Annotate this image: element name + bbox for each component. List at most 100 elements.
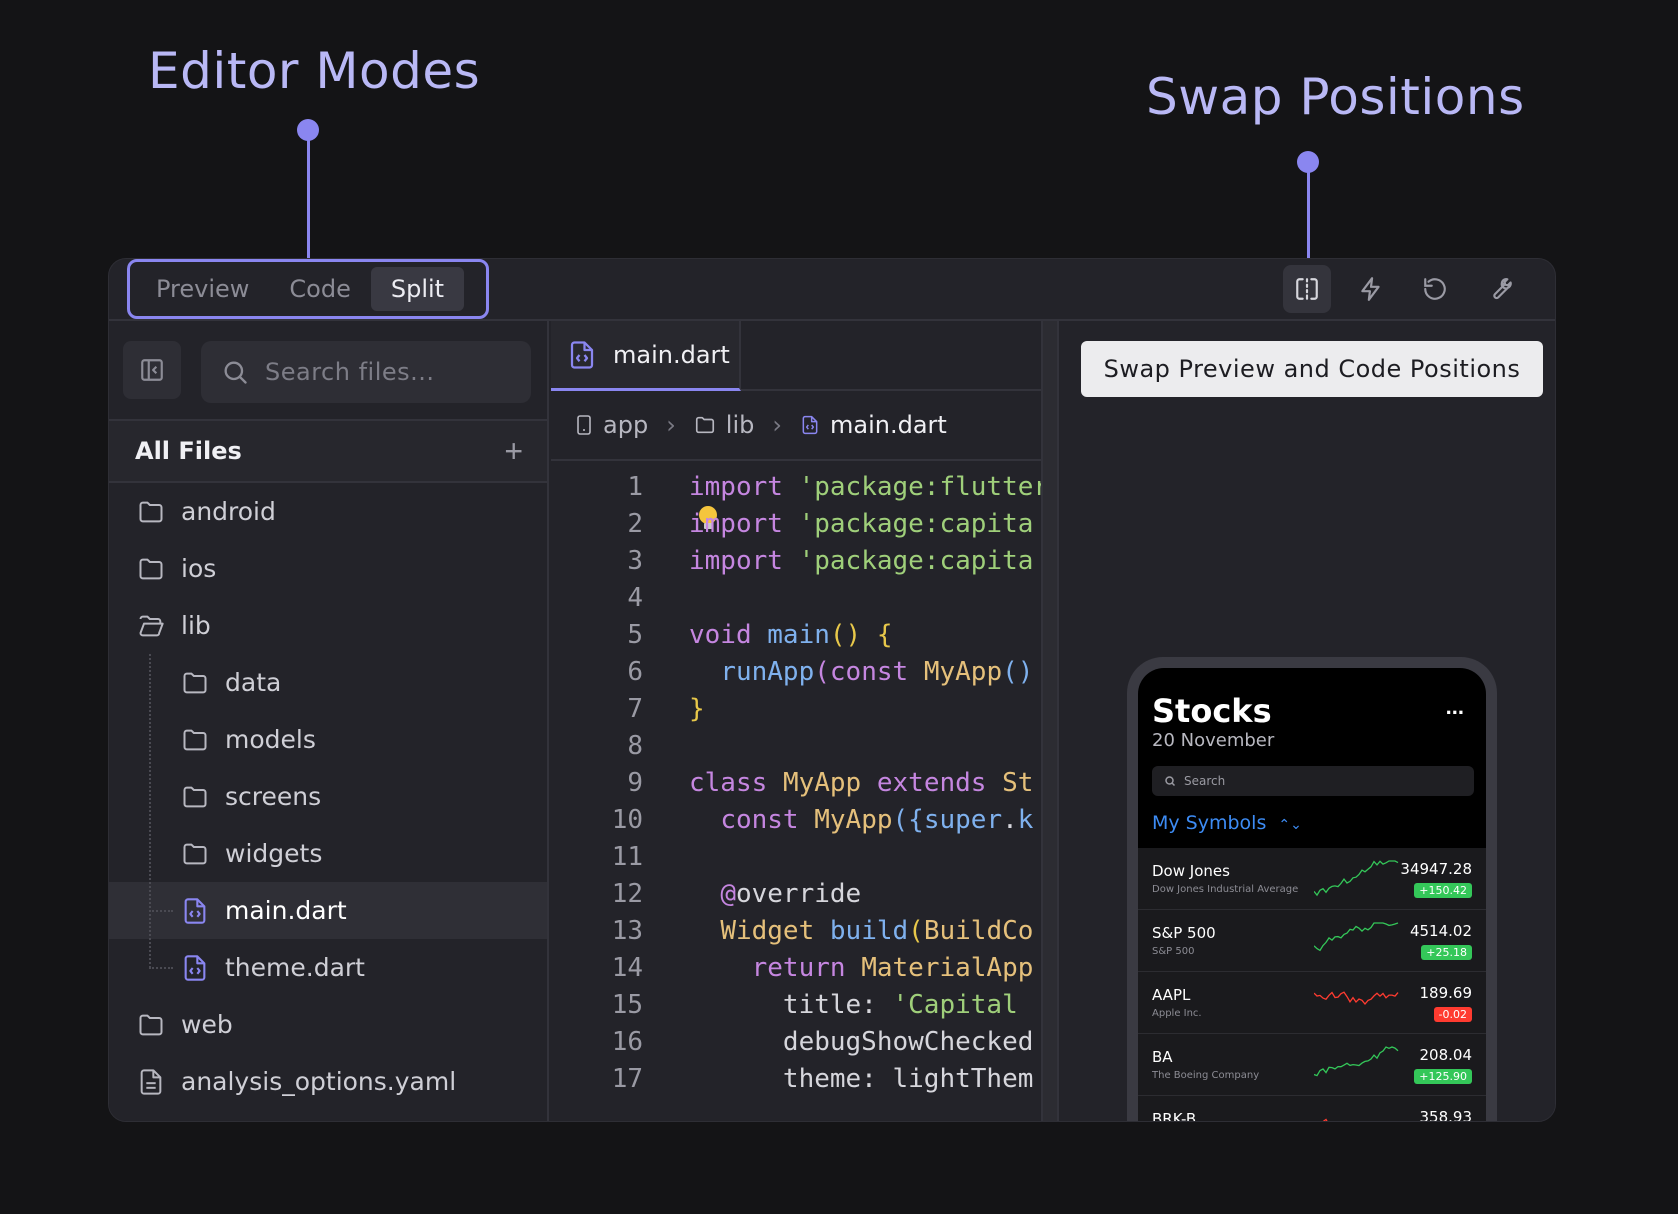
stock-row[interactable]: BRK-B 358.93 [1138,1096,1486,1122]
code-text: Widget build(BuildCo [689,916,1033,946]
breadcrumb-separator: › [666,411,676,439]
tree-guide [149,654,151,968]
mode-preview-button[interactable]: Preview [136,267,269,311]
folder-icon [181,726,209,754]
swap-positions-button[interactable] [1283,265,1331,313]
breadcrumb: app › lib › main.dart [551,391,1041,461]
code-text: runApp(const MyApp() [689,657,1033,687]
tree-guide [149,967,173,969]
stock-name: Dow Jones Industrial Average [1152,884,1299,895]
add-file-button[interactable]: + [504,433,523,470]
preview-panel: Swap Preview and Code Positions Stocks .… [1061,321,1555,1122]
tree-item-label: lib [181,611,211,640]
file-search-input[interactable]: Search files... [201,341,531,403]
stock-change-badge: +125.90 [1414,1069,1472,1084]
collapse-sidebar-button[interactable] [123,341,181,399]
code-token: ( [814,657,830,687]
reset-button[interactable] [1411,265,1459,313]
breadcrumb-lib[interactable]: lib [694,411,754,439]
code-token: main [767,620,830,650]
run-button[interactable] [1347,265,1395,313]
stock-row[interactable]: BA The Boeing Company 208.04 +125.90 [1138,1034,1486,1096]
code-line: 1 import 'package:flutter [551,467,1041,507]
tree-item-screens[interactable]: screens [109,768,547,825]
device-icon [577,415,591,435]
tree-item-android[interactable]: android [109,483,547,540]
mode-split-button[interactable]: Split [370,267,465,311]
code-token: MaterialApp [861,953,1034,983]
dart-file-icon [181,897,209,925]
line-number: 1 [627,472,643,502]
tree-item-data[interactable]: data [109,654,547,711]
code-text: import 'package:flutter [689,472,1041,502]
stock-change-badge: -0.02 [1433,1007,1472,1022]
my-symbols-dropdown[interactable]: My Symbols ⌃⌄ [1152,812,1302,834]
more-icon[interactable]: ... [1446,694,1464,720]
code-token: theme: lightThem [689,1064,1034,1094]
line-number: 7 [627,694,643,724]
tree-item-lib[interactable]: lib [109,597,547,654]
stock-name: The Boeing Company [1152,1070,1260,1081]
tree-item-ios[interactable]: ios [109,540,547,597]
editor-scrollbar[interactable] [1041,321,1059,1121]
tab-main-dart[interactable]: main.dart [551,321,741,391]
code-token: runApp [720,657,815,687]
tree-item-models[interactable]: models [109,711,547,768]
stock-price: 34947.28 [1400,860,1472,878]
tree-item-label: theme.dart [225,953,365,982]
line-number: 9 [627,768,643,798]
code-line: 17 theme: lightThem [551,1059,1041,1099]
swap-icon [1296,278,1318,300]
stock-row[interactable]: S&P 500 S&P 500 4514.02 +25.18 [1138,910,1486,972]
line-number: 4 [627,583,643,613]
code-line: 7} [551,689,1041,729]
tree-item-label: main.dart [225,896,347,925]
breadcrumb-file[interactable]: main.dart [800,411,947,439]
stock-name: Apple Inc. [1152,1008,1202,1019]
code-token: ({ [892,805,924,835]
code-token: { [876,620,893,650]
code-area[interactable]: 1 import 'package:flutter 2 import 'package… [551,461,1041,1121]
tree-item-theme-dart[interactable]: theme.dart [109,939,547,996]
stock-price: 4514.02 [1409,922,1472,940]
dart-file-icon [570,340,594,369]
stock-list: Dow Jones Dow Jones Industrial Average 349… [1138,848,1486,1122]
tree-item-widgets[interactable]: widgets [109,825,547,882]
stock-symbol: BA [1152,1048,1173,1066]
code-token: @ [720,879,736,909]
tree-item-web[interactable]: web [109,996,547,1053]
tab-label: main.dart [613,340,730,369]
stocks-search-input[interactable]: Search [1152,766,1474,796]
code-text: const MyApp({super.k [689,805,1033,835]
swap-tooltip: Swap Preview and Code Positions [1081,341,1543,397]
stock-row[interactable]: Dow Jones Dow Jones Industrial Average 349… [1138,848,1486,910]
tree-item-main-dart[interactable]: main.dart [109,882,547,939]
code-token: extends [876,768,987,798]
dart-file-icon [181,954,209,982]
stock-row[interactable]: AAPL Apple Inc. 189.69 -0.02 [1138,972,1486,1034]
mode-code-button[interactable]: Code [269,267,370,311]
code-token: 'package:capita [798,509,1034,539]
line-number: 12 [611,879,643,909]
settings-button[interactable] [1475,265,1523,313]
code-token: build [829,916,909,946]
stock-symbol: BRK-B [1152,1110,1197,1122]
tree-item-label: widgets [225,839,323,868]
code-token: k [1017,805,1034,835]
callout-line-swap-positions [1307,162,1310,272]
code-editor: main.dart app › lib › main.dart 1 import … [551,321,1041,1121]
code-token: import [689,546,783,576]
folder-icon [137,555,165,583]
tree-item-analysis-options-yaml[interactable]: analysis_options.yaml [109,1053,547,1110]
code-token: const [720,805,799,835]
line-number: 8 [627,731,643,761]
line-number: 2 [627,509,643,539]
sidebar-top: Search files... [109,321,547,421]
breadcrumb-app[interactable]: app [575,411,648,439]
